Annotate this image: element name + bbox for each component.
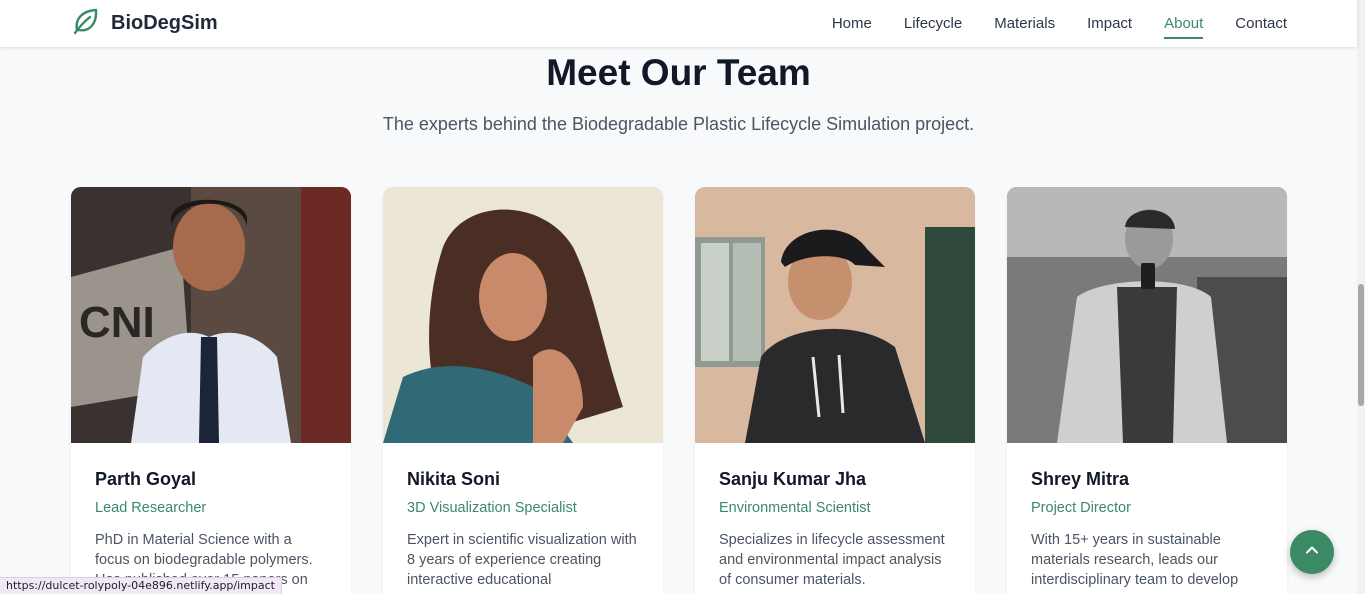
nav-link-about[interactable]: About: [1164, 11, 1204, 39]
nav-link-home[interactable]: Home: [832, 11, 872, 36]
team-card: CNI Parth Goyal Lead Researcher PhD in M…: [71, 187, 351, 594]
brand-logo[interactable]: BioDegSim: [71, 8, 218, 38]
scrollbar-thumb[interactable]: [1358, 284, 1364, 406]
svg-text:CNI: CNI: [79, 298, 155, 347]
team-member-role: Lead Researcher: [95, 500, 207, 516]
brand-name: BioDegSim: [111, 11, 218, 34]
team-member-photo: [1007, 187, 1287, 443]
page-scrollbar[interactable]: [1357, 0, 1365, 594]
team-member-name: Nikita Soni: [407, 469, 501, 489]
team-member-role: Environmental Scientist: [719, 500, 871, 516]
leaf-icon: [71, 6, 101, 41]
section-subtitle: The experts behind the Biodegradable Pla…: [382, 114, 975, 134]
main-nav: Home Lifecycle Materials Impact About Co…: [832, 0, 1287, 47]
navbar: BioDegSim Home Lifecycle Materials Impac…: [0, 0, 1357, 47]
back-to-top-button[interactable]: [1290, 530, 1334, 574]
team-member-name: Parth Goyal: [95, 469, 197, 489]
team-member-photo: CNI: [71, 187, 351, 443]
team-card: Nikita Soni 3D Visualization Specialist …: [383, 187, 663, 594]
team-member-role: Project Director: [1031, 500, 1131, 516]
section-title: Meet Our Team: [546, 52, 811, 93]
nav-link-contact[interactable]: Contact: [1235, 11, 1287, 36]
team-member-name: Sanju Kumar Jha: [719, 469, 867, 489]
team-card: Shrey Mitra Project Director With 15+ ye…: [1007, 187, 1287, 594]
status-bar-url: https://dulcet-rolypoly-04e896.netlify.a…: [0, 577, 282, 594]
team-card: Sanju Kumar Jha Environmental Scientist …: [695, 187, 975, 594]
team-member-role: 3D Visualization Specialist: [407, 500, 577, 516]
team-member-photo: [383, 187, 663, 443]
team-member-bio: Specializes in lifecycle assessment and …: [719, 532, 945, 588]
nav-link-lifecycle[interactable]: Lifecycle: [904, 11, 962, 36]
team-member-bio: With 15+ years in sustainable materials …: [1031, 532, 1239, 588]
team-member-name: Shrey Mitra: [1031, 469, 1130, 489]
nav-link-impact[interactable]: Impact: [1087, 11, 1132, 36]
team-member-bio: Expert in scientific visualization with …: [407, 532, 637, 588]
team-member-photo: [695, 187, 975, 443]
chevron-up-icon: [1304, 542, 1320, 563]
nav-link-materials[interactable]: Materials: [994, 11, 1055, 36]
